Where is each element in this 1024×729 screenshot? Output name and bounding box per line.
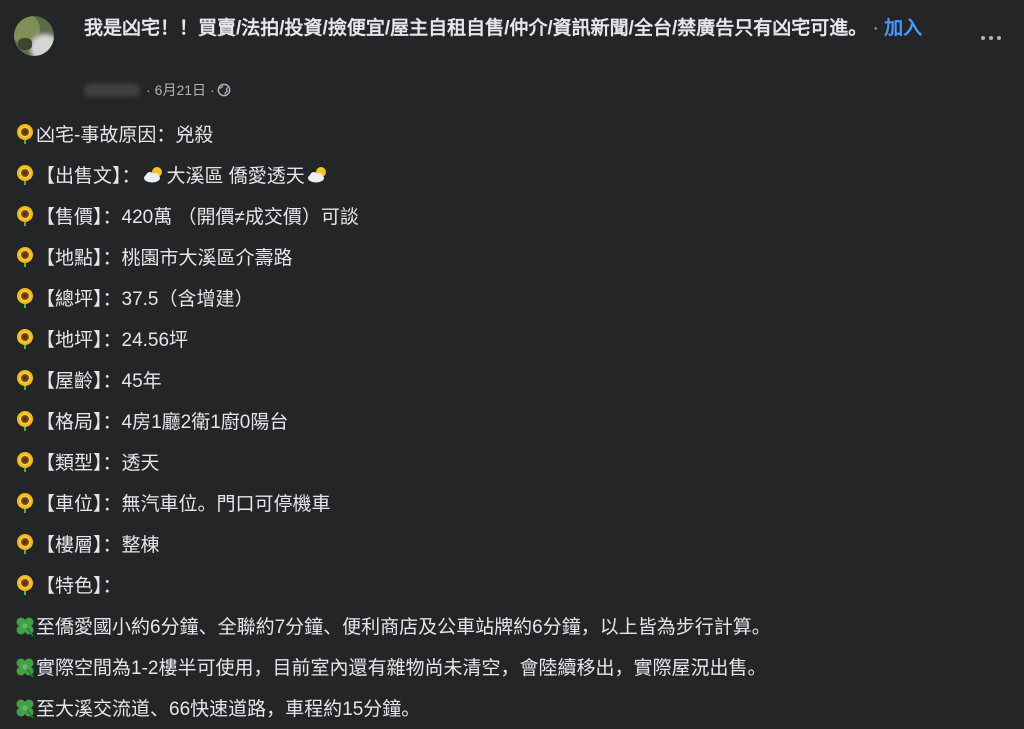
post-line-text: 【屋齡】：45年	[36, 371, 162, 392]
post-line: 至僑愛國小約6分鐘、全聯約7分鐘、便利商店及公車站牌約6分鐘，以上皆為步行計算。	[14, 605, 1004, 646]
sunflower-icon	[17, 205, 33, 226]
post-line-text: 【地坪】：24.56坪	[36, 330, 189, 351]
post-line: 【地坪】：24.56坪	[14, 318, 1004, 359]
post-line: 至大溪交流道、66快速道路，車程約15分鐘。	[14, 687, 1004, 728]
post-line: 【出售文】： 大溪區 僑愛透天	[14, 154, 1004, 195]
post-line-text: 【售價】：420萬 （開價≠成交價）可談	[36, 207, 359, 228]
more-dot	[989, 36, 993, 40]
post-line-text: 【總坪】：37.5（含增建）	[36, 289, 254, 310]
clover-icon	[16, 617, 34, 636]
facebook-post: 我是凶宅！！買賣/法拍/投資/撿便宜/屋主自租自售/仲介/資訊新聞/全台/禁廣告…	[0, 0, 1024, 729]
meta-separator: ·	[210, 82, 215, 98]
sunflower-icon	[17, 123, 33, 144]
avatar-blur-part	[18, 38, 32, 50]
post-line: 【類型】：透天	[14, 441, 1004, 482]
post-line-text: 【樓層】：整棟	[36, 535, 160, 556]
post-line: 【特色】：	[14, 564, 1004, 605]
post-line-text: 至僑愛國小約6分鐘、全聯約7分鐘、便利商店及公車站牌約6分鐘，以上皆為步行計算。	[36, 617, 771, 638]
more-options-button[interactable]	[976, 26, 1006, 50]
clover-icon	[16, 699, 34, 718]
post-line-text: 凶宅-事故原因：兇殺	[36, 125, 214, 146]
more-dot	[981, 36, 985, 40]
group-avatar[interactable]	[14, 16, 54, 56]
more-dot	[997, 36, 1001, 40]
sunflower-icon	[17, 574, 33, 595]
sunflower-icon	[17, 410, 33, 431]
post-line-text: 【格局】：4房1廳2衛1廚0陽台	[36, 412, 289, 433]
sunflower-icon	[17, 492, 33, 513]
sunflower-icon	[17, 287, 33, 308]
group-name-link[interactable]: 我是凶宅！！買賣/法拍/投資/撿便宜/屋主自租自售/仲介/資訊新聞/全台/禁廣告…	[84, 18, 867, 39]
sunflower-icon	[17, 369, 33, 390]
post-line: 實際空間為1-2樓半可使用，目前室內還有雜物尚未清空，會陸續移出，實際屋況出售。	[14, 646, 1004, 687]
post-line-text: 【類型】：透天	[36, 453, 160, 474]
post-header-title: 我是凶宅！！買賣/法拍/投資/撿便宜/屋主自租自售/仲介/資訊新聞/全台/禁廣告…	[84, 16, 964, 42]
post-line: 【樓層】：整棟	[14, 523, 1004, 564]
sunflower-icon	[17, 451, 33, 472]
sun-behind-cloud-icon	[143, 166, 162, 182]
avatar-blur-part	[30, 34, 54, 56]
join-group-link[interactable]: 加入	[884, 18, 922, 39]
sunflower-icon	[17, 246, 33, 267]
globe-icon	[217, 83, 231, 97]
meta-separator: ·	[146, 82, 151, 98]
post-line-text: 【出售文】：	[36, 166, 141, 187]
sunflower-icon	[17, 533, 33, 554]
sunflower-icon	[17, 328, 33, 349]
post-line-text: 實際空間為1-2樓半可使用，目前室內還有雜物尚未清空，會陸續移出，實際屋況出售。	[36, 658, 767, 679]
post-meta: · 6月21日 ·	[84, 80, 231, 100]
post-line-text: 至大溪交流道、66快速道路，車程約15分鐘。	[36, 699, 421, 720]
post-line-text: 【車位】：無汽車位。門口可停機車	[36, 494, 331, 515]
sunflower-icon	[17, 164, 33, 185]
post-line: 【屋齡】：45年	[14, 359, 1004, 400]
post-line: 【格局】：4房1廳2衛1廚0陽台	[14, 400, 1004, 441]
post-line-text: 大溪區 僑愛透天	[166, 166, 305, 187]
post-line-text: 【地點】：桃園市大溪區介壽路	[36, 248, 293, 269]
post-line-text: 【特色】：	[36, 576, 122, 597]
sun-behind-cloud-icon	[307, 166, 326, 182]
title-separator: ·	[872, 18, 879, 39]
post-line: 【車位】：無汽車位。門口可停機車	[14, 482, 1004, 523]
post-body: 凶宅-事故原因：兇殺 【出售文】： 大溪區 僑愛透天 【售價】：420萬 （開價≠成…	[14, 113, 1004, 728]
author-name-redacted[interactable]	[84, 83, 140, 97]
post-date-link[interactable]: 6月21日	[155, 80, 206, 100]
post-line: 【售價】：420萬 （開價≠成交價）可談	[14, 195, 1004, 236]
clover-icon	[16, 658, 34, 677]
post-line: 【總坪】：37.5（含增建）	[14, 277, 1004, 318]
post-line: 【地點】：桃園市大溪區介壽路	[14, 236, 1004, 277]
post-line: 凶宅-事故原因：兇殺	[14, 113, 1004, 154]
